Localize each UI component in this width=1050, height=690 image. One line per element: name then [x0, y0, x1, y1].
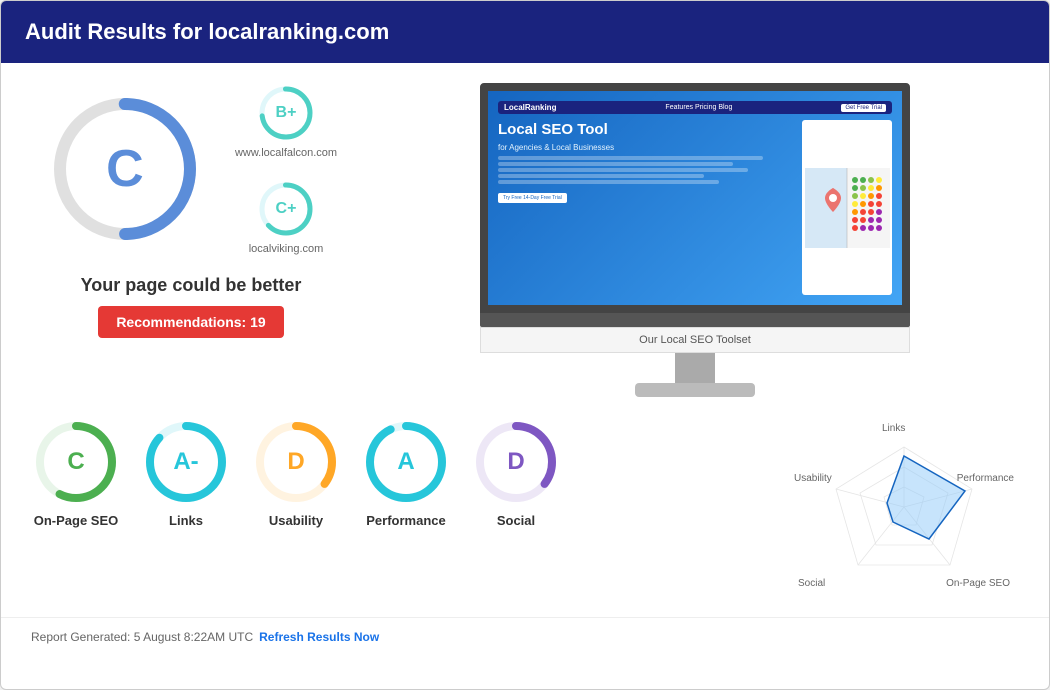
stand-neck	[675, 353, 715, 383]
score-social: D Social	[471, 417, 561, 528]
screen-subtitle: for Agencies & Local Businesses	[498, 143, 792, 152]
competitor-2: C+ localviking.com	[235, 179, 337, 255]
usability-grade: D	[287, 448, 304, 476]
competitor-1-circle: B+	[256, 83, 316, 143]
score-performance: A Performance	[361, 417, 451, 528]
onpage-grade: C	[67, 448, 84, 476]
performance-grade: A	[397, 448, 414, 476]
score-links: A- Links	[141, 417, 231, 528]
radar-label-usability: Usability	[794, 473, 832, 484]
main-grade: C	[106, 139, 144, 199]
page-header: Audit Results for localranking.com	[1, 1, 1049, 63]
score-usability: D Usability	[251, 417, 341, 528]
competitor-1-url: www.localfalcon.com	[235, 147, 337, 159]
screenshot: LocalRanking Features Pricing Blog Get F…	[488, 91, 902, 305]
monitor: LocalRanking Features Pricing Blog Get F…	[480, 83, 910, 397]
radar-label-social: Social	[798, 578, 825, 589]
performance-circle: A	[361, 417, 451, 507]
stand-base	[635, 383, 755, 397]
score-section: C B+ www.localfalcon.c	[31, 83, 351, 338]
competitor-2-grade: C+	[276, 200, 297, 218]
caption-text: Our Local SEO Toolset	[639, 334, 751, 346]
radar-label-links: Links	[882, 423, 905, 434]
screen-map	[802, 120, 892, 295]
screen-button: Try Free 14-Day Free Trial	[498, 193, 567, 203]
radar-label-performance: Performance	[957, 473, 1014, 484]
page-title: Audit Results for localranking.com	[25, 19, 389, 44]
top-section: C B+ www.localfalcon.c	[31, 83, 1019, 397]
competitor-1-grade: B+	[276, 104, 297, 122]
recommendations-button[interactable]: Recommendations: 19	[98, 306, 283, 338]
competitor-1: B+ www.localfalcon.com	[235, 83, 337, 159]
score-onpage: C On-Page SEO	[31, 417, 121, 528]
performance-label: Performance	[366, 513, 445, 528]
screen-title: Local SEO Tool	[498, 120, 792, 140]
monitor-caption: Our Local SEO Toolset	[480, 327, 910, 353]
big-circle-container: C B+ www.localfalcon.c	[45, 83, 337, 255]
screen-cta: Get Free Trial	[841, 104, 886, 112]
main-score-circle: C	[45, 89, 205, 249]
bottom-section: C On-Page SEO A- Links	[31, 417, 1019, 597]
competitor-2-circle: C+	[256, 179, 316, 239]
usability-label: Usability	[269, 513, 323, 528]
onpage-label: On-Page SEO	[34, 513, 119, 528]
monitor-bezel	[480, 313, 910, 327]
links-circle: A-	[141, 417, 231, 507]
footer: Report Generated: 5 August 8:22AM UTC Re…	[1, 617, 1049, 656]
page-message: Your page could be better	[81, 275, 302, 296]
monitor-screen: LocalRanking Features Pricing Blog Get F…	[480, 83, 910, 313]
main-content: C B+ www.localfalcon.c	[1, 63, 1049, 617]
links-grade: A-	[173, 448, 198, 476]
onpage-circle: C	[31, 417, 121, 507]
radar-section: Links Performance On-Page SEO Social Usa…	[789, 417, 1019, 597]
score-circles-row: C On-Page SEO A- Links	[31, 417, 779, 528]
social-label: Social	[497, 513, 535, 528]
social-grade: D	[507, 448, 524, 476]
audit-card: Audit Results for localranking.com C	[0, 0, 1050, 690]
refresh-link[interactable]: Refresh Results Now	[259, 630, 379, 644]
screen-brand: LocalRanking	[504, 103, 556, 112]
preview-section: LocalRanking Features Pricing Blog Get F…	[371, 83, 1019, 397]
usability-circle: D	[251, 417, 341, 507]
report-date: Report Generated: 5 August 8:22AM UTC	[31, 630, 253, 644]
radar-label-onpage: On-Page SEO	[946, 578, 1010, 589]
nav-items: Features Pricing Blog	[665, 104, 732, 111]
links-label: Links	[169, 513, 203, 528]
radar-chart: Links Performance On-Page SEO Social Usa…	[794, 417, 1014, 597]
competitor-circles: B+ www.localfalcon.com C+	[235, 83, 337, 255]
competitor-2-url: localviking.com	[249, 243, 324, 255]
social-circle: D	[471, 417, 561, 507]
monitor-stand	[480, 353, 910, 397]
